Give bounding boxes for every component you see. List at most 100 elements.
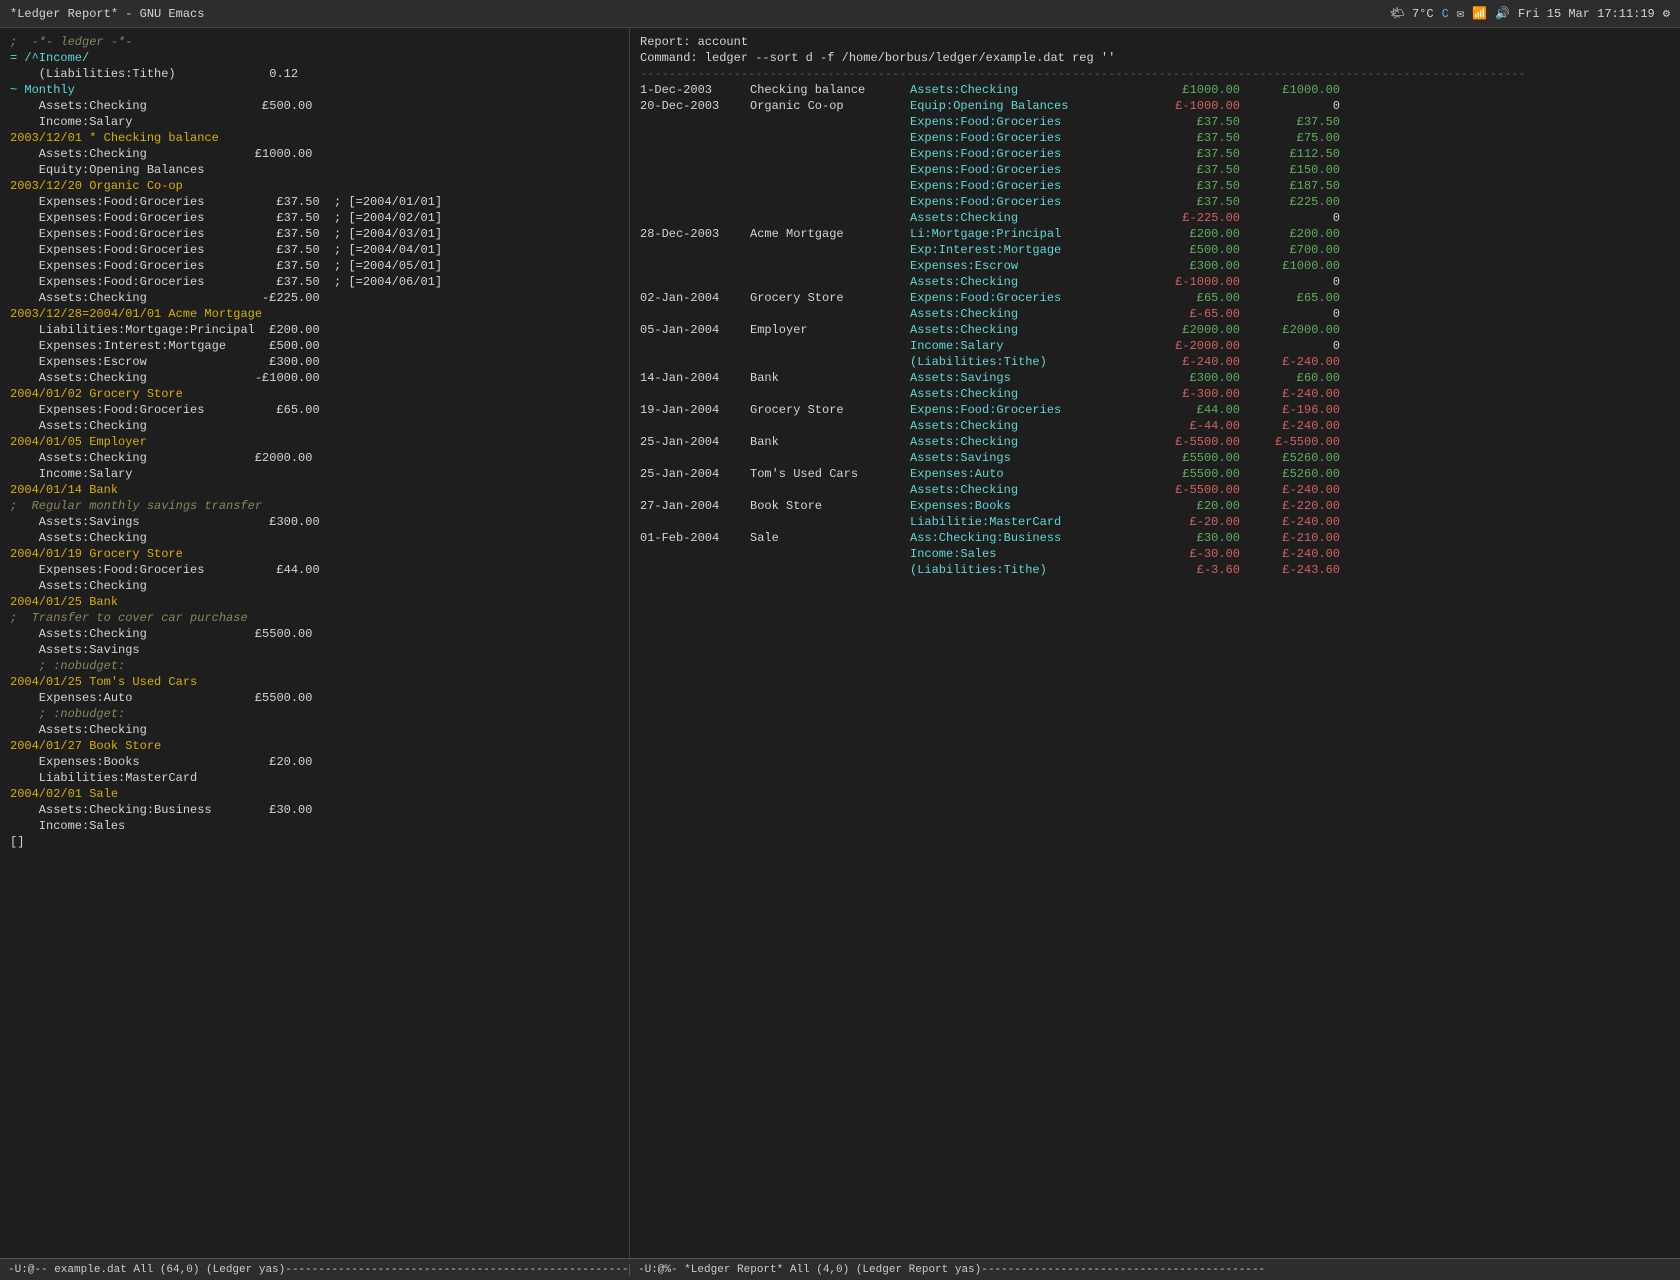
row-balance: £-240.00 (1240, 482, 1340, 498)
left-line-2: = /^Income/ (10, 50, 619, 66)
row-account: Assets:Checking (910, 274, 1140, 290)
left-line-14: Expenses:Food:Groceries £37.50 ; [=2004/… (10, 194, 619, 210)
row-desc (750, 354, 910, 370)
report-row: 25-Jan-2004Bank Assets:Checking£-5500.00… (640, 434, 1670, 450)
row-amount: £-44.00 (1140, 418, 1240, 434)
row-balance: £-240.00 (1240, 514, 1340, 530)
row-desc (750, 130, 910, 146)
row-desc (750, 450, 910, 466)
row-balance: £5260.00 (1240, 450, 1340, 466)
row-balance: £5260.00 (1240, 466, 1340, 482)
row-amount: £5500.00 (1140, 450, 1240, 466)
row-date: 25-Jan-2004 (640, 434, 750, 450)
row-amount: £37.50 (1140, 130, 1240, 146)
row-date (640, 194, 750, 210)
report-row: Expens:Food:Groceries£37.50£187.50 (640, 178, 1670, 194)
report-row: Expens:Food:Groceries£37.50£150.00 (640, 162, 1670, 178)
row-balance: £-5500.00 (1240, 434, 1340, 450)
browser-icon[interactable]: C (1442, 7, 1449, 21)
row-date (640, 482, 750, 498)
report-row: 19-Jan-2004Grocery Store Expens:Food:Gro… (640, 402, 1670, 418)
row-desc (750, 114, 910, 130)
row-desc: Acme Mortgage (750, 226, 910, 242)
left-line-3: (Liabilities:Tithe) 0.12 (10, 66, 619, 82)
row-date: 05-Jan-2004 (640, 322, 750, 338)
report-row: 28-Dec-2003Acme Mortgage Li:Mortgage:Pri… (640, 226, 1670, 242)
left-line-9: 2003/12/01 * Checking balance (10, 130, 619, 146)
left-pane[interactable]: ; -*- ledger -*-= /^Income/ (Liabilities… (0, 28, 630, 1258)
left-line-41: 2004/01/19 Grocery Store (10, 546, 619, 562)
row-desc (750, 386, 910, 402)
row-amount: £37.50 (1140, 114, 1240, 130)
row-amount: £-225.00 (1140, 210, 1240, 226)
left-line-23: Liabilities:Mortgage:Principal £200.00 (10, 322, 619, 338)
status-right: -U:@%- *Ledger Report* All (4,0) (Ledger… (630, 1264, 1680, 1276)
row-amount: £5500.00 (1140, 466, 1240, 482)
row-desc (750, 546, 910, 562)
row-amount: £-5500.00 (1140, 434, 1240, 450)
left-line-26: Assets:Checking -£1000.00 (10, 370, 619, 386)
left-line-56: 2004/01/27 Book Store (10, 738, 619, 754)
row-desc: Bank (750, 370, 910, 386)
left-line-24: Expenses:Interest:Mortgage £500.00 (10, 338, 619, 354)
row-desc: Grocery Store (750, 290, 910, 306)
left-line-19: Expenses:Food:Groceries £37.50 ; [=2004/… (10, 274, 619, 290)
row-desc (750, 418, 910, 434)
row-desc (750, 562, 910, 578)
row-date (640, 386, 750, 402)
settings-icon[interactable]: ⚙ (1663, 6, 1670, 21)
row-account: Assets:Checking (910, 82, 1140, 98)
row-balance: 0 (1240, 274, 1340, 290)
row-date (640, 274, 750, 290)
left-line-36: 2004/01/14 Bank (10, 482, 619, 498)
title-bar-right: 🌤 7°C C ✉ 📶 🔊 Fri 15 Mar 17:11:19 ⚙ (1390, 6, 1670, 21)
row-date: 19-Jan-2004 (640, 402, 750, 418)
row-date (640, 210, 750, 226)
row-amount: £65.00 (1140, 290, 1240, 306)
row-date (640, 354, 750, 370)
row-account: Exp:Interest:Mortgage (910, 242, 1140, 258)
left-line-52: Expenses:Auto £5500.00 (10, 690, 619, 706)
left-line-6: Assets:Checking £500.00 (10, 98, 619, 114)
row-date (640, 242, 750, 258)
row-desc (750, 514, 910, 530)
row-desc: Book Store (750, 498, 910, 514)
left-line-13: 2003/12/20 Organic Co-op (10, 178, 619, 194)
left-line-45: 2004/01/25 Bank (10, 594, 619, 610)
left-line-34: Income:Salary (10, 466, 619, 482)
left-line-20: Assets:Checking -£225.00 (10, 290, 619, 306)
row-account: Assets:Checking (910, 306, 1140, 322)
row-amount: £44.00 (1140, 402, 1240, 418)
left-line-49: ; :nobudget: (10, 658, 619, 674)
left-line-22: 2003/12/28=2004/01/01 Acme Mortgage (10, 306, 619, 322)
row-amount: £200.00 (1140, 226, 1240, 242)
report-row: 05-Jan-2004Employer Assets:Checking£2000… (640, 322, 1670, 338)
report-row: Expens:Food:Groceries£37.50£112.50 (640, 146, 1670, 162)
row-account: Assets:Checking (910, 210, 1140, 226)
left-line-61: Assets:Checking:Business £30.00 (10, 802, 619, 818)
left-line-10: Assets:Checking £1000.00 (10, 146, 619, 162)
row-balance: £700.00 (1240, 242, 1340, 258)
row-date (640, 258, 750, 274)
row-amount: £37.50 (1140, 194, 1240, 210)
row-amount: £37.50 (1140, 178, 1240, 194)
row-amount: £-5500.00 (1140, 482, 1240, 498)
row-account: (Liabilities:Tithe) (910, 354, 1140, 370)
report-row: Expens:Food:Groceries£37.50£225.00 (640, 194, 1670, 210)
row-amount: £30.00 (1140, 530, 1240, 546)
row-balance: 0 (1240, 338, 1340, 354)
row-date (640, 514, 750, 530)
row-account: Expens:Food:Groceries (910, 178, 1140, 194)
row-account: Expenses:Escrow (910, 258, 1140, 274)
row-balance: £150.00 (1240, 162, 1340, 178)
left-line-47: Assets:Checking £5500.00 (10, 626, 619, 642)
row-amount: £-1000.00 (1140, 98, 1240, 114)
left-line-33: Assets:Checking £2000.00 (10, 450, 619, 466)
left-line-11: Equity:Opening Balances (10, 162, 619, 178)
report-row: Assets:Checking£-225.000 (640, 210, 1670, 226)
right-pane[interactable]: Report: account Command: ledger --sort d… (630, 28, 1680, 1258)
row-amount: £-30.00 (1140, 546, 1240, 562)
row-account: Liabilitie:MasterCard (910, 514, 1140, 530)
left-line-29: Expenses:Food:Groceries £65.00 (10, 402, 619, 418)
row-desc: Employer (750, 322, 910, 338)
